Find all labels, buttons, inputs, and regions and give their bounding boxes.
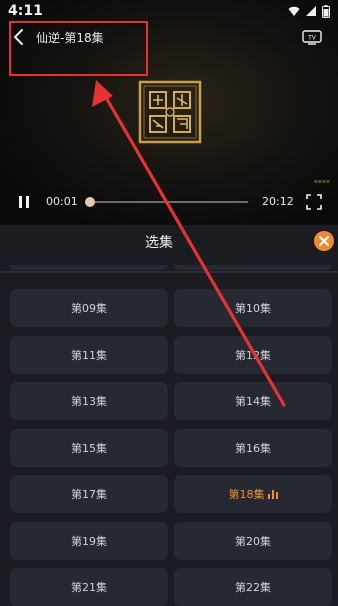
episode-label: 第15集 (71, 441, 107, 455)
episode-button-current[interactable]: 第18集 (174, 475, 332, 513)
status-bar: 4:11 (0, 0, 338, 22)
episode-button[interactable]: 第15集 (10, 428, 168, 467)
panel-title: 选集 (145, 235, 173, 251)
episode-panel-header: 选集 (0, 225, 338, 261)
episode-label: 第10集 (235, 302, 271, 315)
episode-button[interactable]: 第20集 (174, 521, 332, 560)
episode-button[interactable]: 第13集 (10, 382, 168, 420)
player-controls: 00:01 20:12 (0, 188, 338, 216)
episode-button[interactable]: 第21集 (10, 568, 168, 606)
episode-label: 第09集 (71, 302, 107, 315)
episode-button[interactable]: 第16集 (174, 428, 332, 467)
episode-button[interactable]: 第17集 (10, 475, 168, 513)
episode-button-partial (10, 265, 168, 270)
svg-text:TV: TV (307, 35, 317, 42)
episode-label: 第22集 (235, 581, 271, 594)
battery-icon (322, 4, 330, 18)
episode-label: 第20集 (235, 534, 271, 548)
annotation-highlight-box (9, 21, 148, 76)
episode-button-partial (174, 265, 332, 270)
episode-label: 第17集 (71, 488, 107, 501)
episode-label: 第18集 (228, 488, 265, 501)
status-time: 4:11 (8, 3, 43, 19)
episode-button[interactable]: 第09集 (10, 289, 168, 327)
pause-icon[interactable] (16, 194, 32, 210)
signal-icon (306, 6, 316, 16)
episode-label: 第19集 (71, 534, 107, 548)
progress-handle[interactable] (84, 197, 95, 207)
episode-button[interactable]: 第11集 (10, 335, 168, 374)
video-watermark: ▪▪▪▪ (313, 178, 330, 185)
episode-button[interactable]: 第12集 (174, 335, 332, 374)
episode-panel: 选集 第09集 第10集 第11集 第12集 第13集 第14集 第15集 第16集 第17集第… (0, 225, 338, 606)
current-time: 00:01 (46, 195, 78, 208)
episode-label: 第21集 (71, 581, 107, 594)
divider (0, 271, 338, 273)
tv-cast-icon[interactable]: TV (302, 29, 322, 45)
episode-button[interactable]: 第19集 (10, 521, 168, 560)
wifi-icon (288, 6, 300, 16)
episode-button[interactable]: 第14集 (174, 382, 332, 420)
episode-label: 第11集 (71, 348, 107, 362)
playing-indicator-icon (267, 489, 278, 499)
total-time: 20:12 (262, 195, 294, 208)
episode-label: 第12集 (235, 348, 271, 362)
episode-label: 第14集 (235, 395, 271, 408)
fullscreen-icon[interactable] (306, 194, 322, 210)
episode-button[interactable]: 第22集 (174, 568, 332, 606)
episode-button[interactable]: 第10集 (174, 289, 332, 327)
seal-logo (138, 80, 202, 144)
progress-bar[interactable] (84, 197, 248, 207)
status-icons (288, 4, 330, 18)
episode-label: 第13集 (71, 395, 107, 408)
close-icon[interactable] (314, 231, 334, 251)
episode-label: 第16集 (235, 441, 271, 455)
